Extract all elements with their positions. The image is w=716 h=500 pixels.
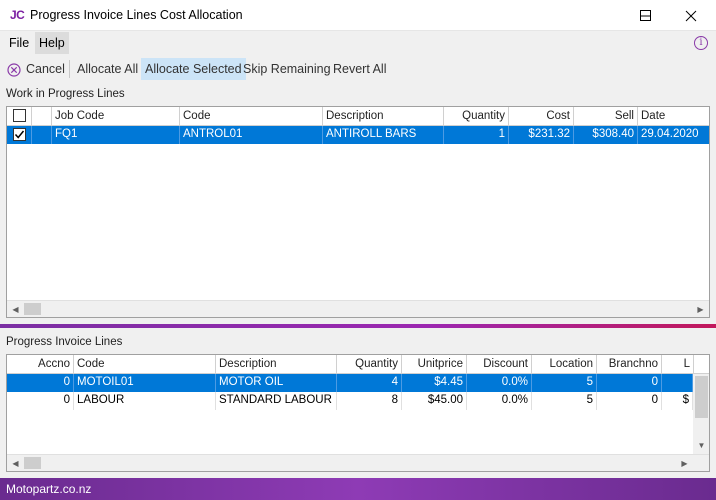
toolbar: Cancel Allocate All Allocate Selected Sk… (0, 56, 716, 82)
scroll-thumb[interactable] (24, 303, 41, 315)
pil-col-location[interactable]: Location (532, 355, 597, 374)
wip-col-sell[interactable]: Sell (574, 107, 638, 126)
wip-row-indicator (32, 126, 52, 144)
pil-grid-header: Accno Code Description Quantity Unitpric… (7, 355, 709, 374)
scroll-right-icon[interactable]: ▶ (676, 455, 693, 471)
pil-horizontal-scrollbar[interactable]: ◀ ▶ (7, 454, 709, 471)
pil-grid: Accno Code Description Quantity Unitpric… (6, 354, 710, 472)
wip-col-description[interactable]: Description (323, 107, 444, 126)
pil-cell-quantity: 4 (337, 374, 402, 392)
pil-cell-accno: 0 (7, 374, 74, 392)
select-all-checkbox[interactable] (13, 109, 26, 122)
revert-all-button[interactable]: Revert All (329, 58, 391, 80)
scroll-left-icon[interactable]: ◀ (7, 455, 24, 471)
scroll-down-icon[interactable]: ▼ (693, 437, 709, 454)
wip-grid-header: Job Code Code Description Quantity Cost … (7, 107, 709, 126)
info-icon[interactable]: i (694, 36, 708, 50)
toolbar-separator (69, 60, 70, 78)
menu-bar: File Help (0, 32, 716, 54)
wip-col-cost[interactable]: Cost (509, 107, 574, 126)
pil-cell-unitprice: $4.45 (402, 374, 467, 392)
pil-col-unitprice[interactable]: Unitprice (402, 355, 467, 374)
status-text: Motopartz.co.nz (6, 482, 92, 496)
table-row[interactable]: 0 LABOUR STANDARD LABOUR ... 8 $45.00 0.… (7, 392, 693, 410)
wip-row-check-cell (7, 126, 32, 144)
table-row[interactable]: 0 MOTOIL01 MOTOR OIL 4 $4.45 0.0% 5 0 (7, 374, 693, 392)
close-button[interactable] (668, 0, 714, 31)
pil-col-discount[interactable]: Discount (467, 355, 532, 374)
pil-cell-branchno: 0 (597, 392, 662, 410)
wip-indicator-header (32, 107, 52, 126)
pil-cell-accno: 0 (7, 392, 74, 410)
wip-cell-sell: $308.40 (574, 126, 638, 144)
status-bar: Motopartz.co.nz (0, 478, 716, 500)
pil-cell-code: LABOUR (74, 392, 216, 410)
wip-col-code[interactable]: Code (180, 107, 323, 126)
wip-cell-quantity: 1 (444, 126, 509, 144)
wip-cell-job-code: FQ1 (52, 126, 180, 144)
title-bar: JC Progress Invoice Lines Cost Allocatio… (0, 0, 716, 31)
scroll-left-icon[interactable]: ◀ (7, 301, 24, 317)
pil-col-accno[interactable]: Accno (7, 355, 74, 374)
window-title: Progress Invoice Lines Cost Allocation (30, 8, 243, 22)
pil-cell-code: MOTOIL01 (74, 374, 216, 392)
maximize-button[interactable] (623, 0, 669, 31)
wip-cell-description: ANTIROLL BARS (323, 126, 444, 144)
pil-cell-unitprice: $45.00 (402, 392, 467, 410)
allocate-all-button[interactable]: Allocate All (73, 58, 142, 80)
wip-cell-date: 29.04.2020 (638, 126, 709, 144)
scroll-thumb[interactable] (24, 457, 41, 469)
wip-cell-cost: $231.32 (509, 126, 574, 144)
pil-cell-extra (662, 374, 693, 392)
pil-section-label: Progress Invoice Lines (6, 336, 123, 348)
pil-col-branchno[interactable]: Branchno (597, 355, 662, 374)
wip-grid: Job Code Code Description Quantity Cost … (6, 106, 710, 318)
jc-logo-icon: JC (10, 8, 25, 22)
scroll-thumb[interactable] (695, 376, 708, 418)
pil-cell-discount: 0.0% (467, 392, 532, 410)
pil-col-quantity[interactable]: Quantity (337, 355, 402, 374)
wip-col-job-code[interactable]: Job Code (52, 107, 180, 126)
table-row[interactable]: FQ1 ANTROL01 ANTIROLL BARS 1 $231.32 $30… (7, 126, 709, 144)
pil-col-code[interactable]: Code (74, 355, 216, 374)
wip-col-quantity[interactable]: Quantity (444, 107, 509, 126)
maximize-icon (640, 10, 651, 21)
menu-help[interactable]: Help (35, 32, 69, 54)
pane-splitter[interactable] (0, 324, 716, 328)
pil-cell-extra: $ (662, 392, 693, 410)
row-checkbox[interactable] (13, 128, 26, 141)
wip-select-all-cell (7, 107, 32, 126)
pil-vertical-scrollbar[interactable]: ▼ (693, 374, 709, 454)
pil-cell-branchno: 0 (597, 374, 662, 392)
close-icon (685, 10, 697, 22)
menu-file[interactable]: File (9, 36, 29, 50)
pil-cell-description: MOTOR OIL (216, 374, 337, 392)
wip-section-label: Work in Progress Lines (6, 88, 125, 100)
wip-cell-code: ANTROL01 (180, 126, 323, 144)
pil-col-extra[interactable]: L (662, 355, 694, 374)
pil-cell-location: 5 (532, 392, 597, 410)
skip-remaining-button[interactable]: Skip Remaining (239, 58, 335, 80)
pil-cell-discount: 0.0% (467, 374, 532, 392)
pil-col-description[interactable]: Description (216, 355, 337, 374)
wip-horizontal-scrollbar[interactable]: ◀ ▶ (7, 300, 709, 317)
pil-cell-quantity: 8 (337, 392, 402, 410)
scroll-right-icon[interactable]: ▶ (692, 301, 709, 317)
pil-cell-location: 5 (532, 374, 597, 392)
pil-cell-description: STANDARD LABOUR ... (216, 392, 337, 410)
wip-col-date[interactable]: Date (638, 107, 709, 126)
cancel-button[interactable]: Cancel (22, 58, 69, 80)
allocate-selected-button[interactable]: Allocate Selected (141, 58, 246, 80)
